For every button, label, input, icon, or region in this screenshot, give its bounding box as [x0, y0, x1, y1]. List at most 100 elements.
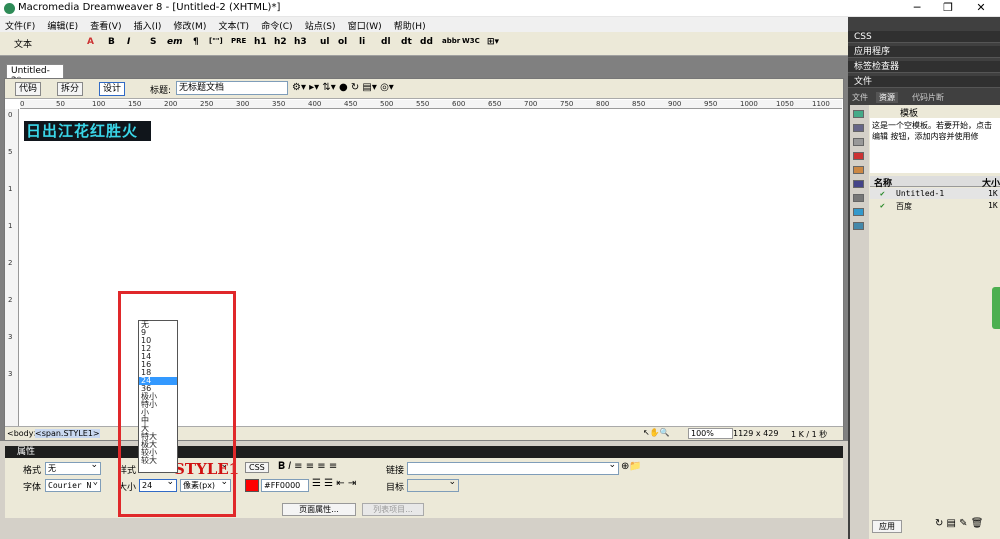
asset-actions-icon[interactable]: ↻ ▤ ✎ 🗑 — [935, 518, 983, 529]
browser-preview-icon[interactable]: ⚙▾ ▸▾ ⇅▾ ● ↻ ▤▾ ◎▾ — [292, 82, 394, 93]
h2-button[interactable]: h2 — [274, 37, 287, 47]
menu-view[interactable]: 查看(V) — [85, 17, 125, 32]
panel-files[interactable]: 文件 — [848, 76, 1000, 88]
urls-icon[interactable] — [853, 138, 864, 146]
h1-button[interactable]: h1 — [254, 37, 267, 47]
window-size[interactable]: 1129 x 429 — [733, 429, 778, 438]
tag-span[interactable]: <span.STYLE1> — [35, 429, 100, 438]
list-indent-icons[interactable]: ☰ ☰ ⇤ ⇥ — [312, 478, 356, 489]
ruler-tick-label: 650 — [488, 100, 502, 108]
document-tab[interactable]: Untitled-2* — [6, 64, 64, 86]
asset-row[interactable]: ✔ Untitled-1 1K — [870, 188, 1000, 199]
ul-button[interactable]: ul — [320, 37, 330, 47]
ruler-tick-label: 600 — [452, 100, 466, 108]
code-view-button[interactable]: 代码 — [15, 82, 42, 96]
menu-commands[interactable]: 命令(C) — [256, 17, 296, 32]
select-tool-icon[interactable]: ↖✋🔍 — [643, 428, 670, 437]
dt-button[interactable]: dt — [401, 37, 412, 47]
pre-button[interactable]: PRE — [231, 37, 246, 45]
ruler-tick-label: 1 — [8, 185, 13, 193]
library-icon[interactable] — [853, 222, 864, 230]
panel-css[interactable]: CSS — [848, 31, 1000, 43]
tab-files[interactable]: 文件 — [852, 92, 868, 103]
menu-site[interactable]: 站点(S) — [300, 17, 340, 32]
zoom-select[interactable]: 100% — [688, 428, 733, 439]
ol-button[interactable]: ol — [338, 37, 347, 47]
menu-edit[interactable]: 编辑(E) — [42, 17, 82, 32]
menu-window[interactable]: 窗口(W) — [343, 17, 386, 32]
font-select[interactable]: Courier N — [45, 477, 101, 492]
tab-assets[interactable]: 资源 — [876, 92, 898, 103]
link-input[interactable] — [407, 460, 619, 475]
dreamweaver-logo-icon — [4, 3, 15, 14]
abbr-button[interactable]: abbr — [442, 37, 460, 45]
close-icon[interactable]: ✕ — [969, 1, 993, 15]
design-view-button[interactable]: 设计 — [99, 82, 126, 96]
menu-modify[interactable]: 修改(M) — [169, 17, 211, 32]
ruler-tick-label: 50 — [56, 100, 65, 108]
italic-button[interactable]: I — [127, 37, 130, 47]
ruler-tick-label: 1050 — [776, 100, 794, 108]
ruler-tick-label: 2 — [8, 259, 13, 267]
apply-button[interactable]: 应用 — [872, 520, 902, 533]
ruler-tick-label: 750 — [560, 100, 574, 108]
document-toolbar: 代码 拆分 设计 ⚙▾ ▸▾ ⇅▾ ● ↻ ▤▾ ◎▾ — [5, 79, 843, 99]
ruler-tick-label: 1000 — [740, 100, 758, 108]
side-tab-indicator[interactable] — [992, 287, 1000, 329]
download-weight: 1 K / 1 秒 — [791, 430, 828, 439]
menu-text[interactable]: 文本(T) — [214, 17, 254, 32]
em-button[interactable]: em — [167, 37, 182, 47]
paragraph-button[interactable]: ¶ — [193, 37, 199, 47]
color-input[interactable]: #FF0000 — [261, 479, 309, 492]
bold-button[interactable]: B — [108, 37, 115, 47]
tab-snippets[interactable]: 代码片断 — [912, 92, 944, 103]
target-select[interactable] — [407, 477, 459, 492]
li-button[interactable]: li — [359, 37, 365, 47]
templates-icon[interactable] — [853, 208, 864, 216]
browse-folder-icon[interactable]: ⊕📁 — [621, 461, 642, 472]
minimize-icon[interactable]: ─ — [905, 1, 929, 15]
menu-file[interactable]: 文件(F) — [0, 17, 39, 32]
strong-button[interactable]: S — [150, 37, 156, 47]
dd-button[interactable]: dd — [420, 37, 433, 47]
ruler-tick-label: 0 — [8, 111, 13, 119]
ruler-tick-label: 200 — [164, 100, 178, 108]
headline-text[interactable]: 日出江花红胜火 — [24, 121, 151, 141]
css-button[interactable]: CSS — [245, 462, 269, 473]
font-label: 字体 — [23, 483, 42, 493]
template-preview: 这是一个空模板。若要开始，点击 编辑 按钮，添加内容并使用修 — [870, 118, 1000, 173]
scripts-icon[interactable] — [853, 194, 864, 202]
w3c-button[interactable]: W3C — [462, 37, 480, 45]
movies-icon[interactable] — [853, 180, 864, 188]
font-tag-icon[interactable]: A — [87, 37, 94, 47]
asset-name: Untitled-1 — [896, 189, 945, 198]
bold-italic-align-icons[interactable]: 𝐁 𝐼 ≡ ≡ ≡ ≡ — [278, 461, 337, 472]
dl-button[interactable]: dl — [381, 37, 391, 47]
asset-row[interactable]: ✔ 百度 1K — [870, 200, 1000, 211]
page-properties-button[interactable]: 页面属性... — [282, 503, 356, 516]
title-bar: Macromedia Dreamweaver 8 - [Untitled-2 (… — [0, 0, 1000, 17]
horizontal-ruler: 0 50 100 150 200 250 300 350 400 450 500 550 600 650 7… — [20, 100, 842, 109]
h3-button[interactable]: h3 — [294, 37, 307, 47]
characters-icon[interactable]: ⊞▾ — [487, 37, 499, 47]
maximize-icon[interactable]: ❐ — [936, 1, 960, 15]
toolbar-category[interactable]: 文本 — [14, 37, 32, 50]
blockquote-button[interactable]: [""] — [209, 37, 223, 45]
title-input[interactable]: 无标题文档 — [176, 81, 288, 95]
shockwave-icon[interactable] — [853, 166, 864, 174]
menu-help[interactable]: 帮助(H) — [389, 17, 430, 32]
flash-icon[interactable] — [853, 152, 864, 160]
panel-application[interactable]: 应用程序 — [848, 46, 1000, 58]
split-view-button[interactable]: 拆分 — [57, 82, 84, 96]
colors-icon[interactable] — [853, 124, 864, 132]
list-items-button[interactable]: 列表项目... — [362, 503, 424, 516]
panel-tag-inspector[interactable]: 标签检查器 — [848, 61, 1000, 73]
menu-insert[interactable]: 插入(I) — [129, 17, 166, 32]
ruler-tick-label: 400 — [308, 100, 322, 108]
target-label: 目标 — [386, 483, 405, 493]
ruler-tick-label: 800 — [596, 100, 610, 108]
color-swatch[interactable] — [245, 479, 259, 492]
ruler-tick-label: 1 — [8, 222, 13, 230]
format-select[interactable]: 无 — [45, 460, 101, 475]
images-icon[interactable] — [853, 110, 864, 118]
